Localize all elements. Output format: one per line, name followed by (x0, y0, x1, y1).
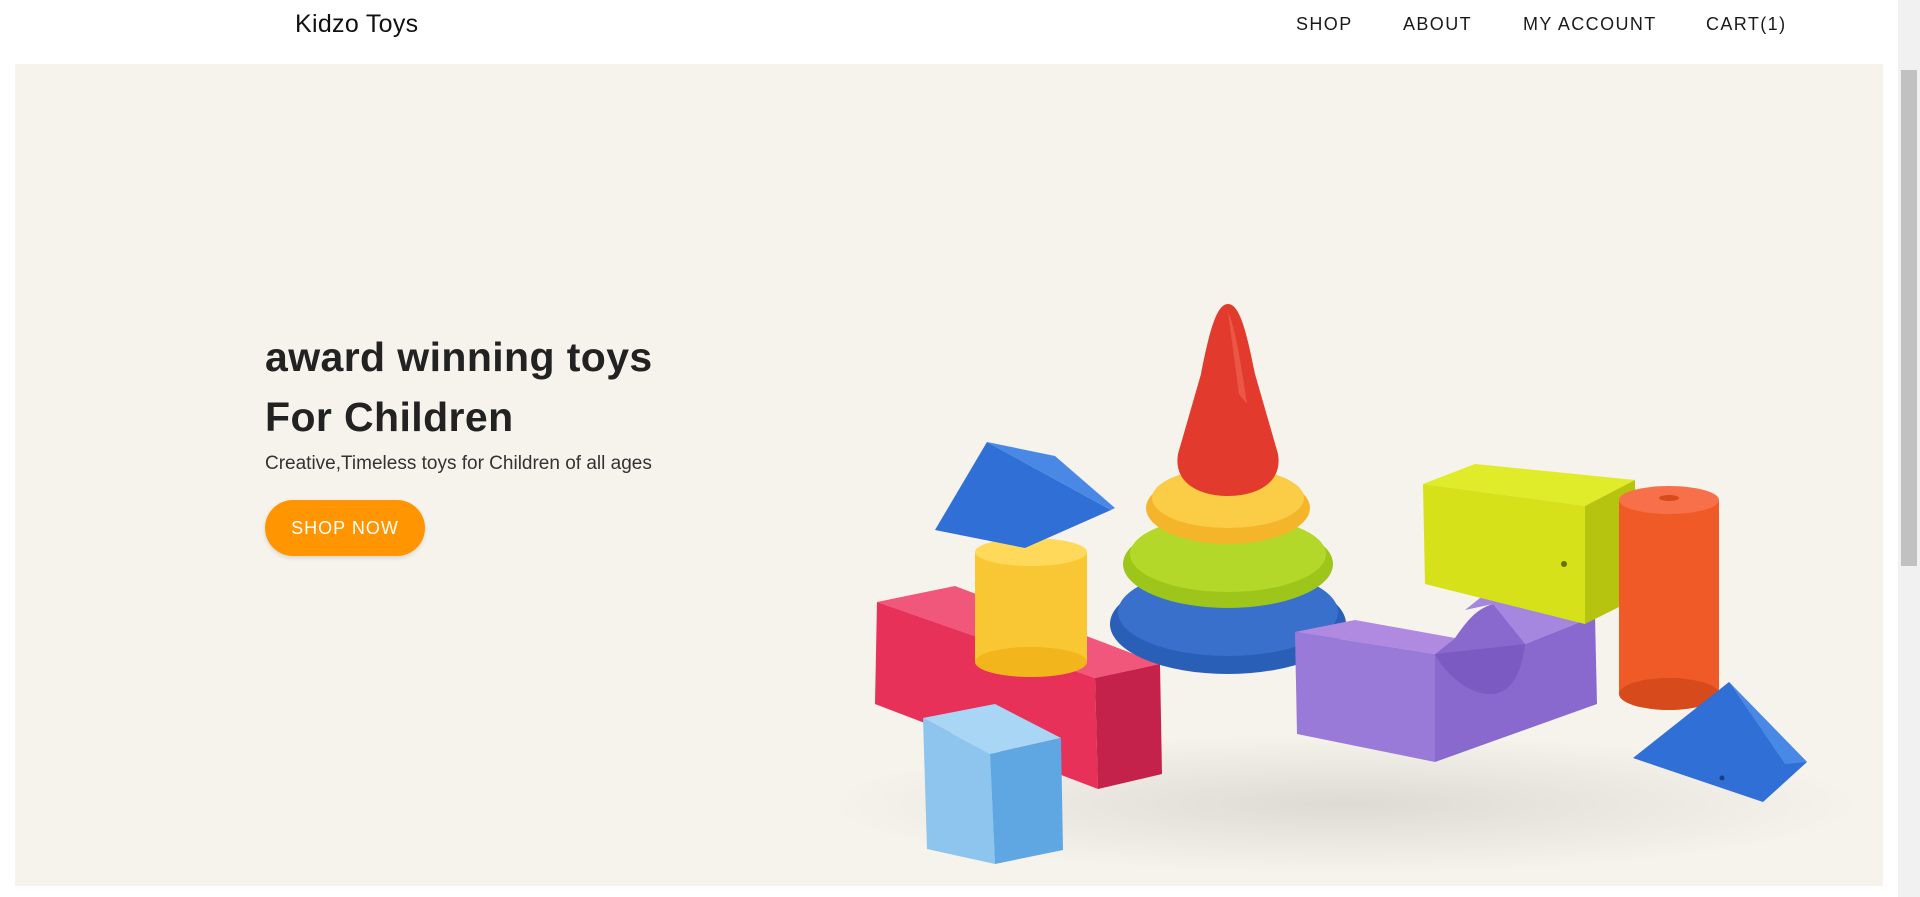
page-scrollbar[interactable] (1898, 0, 1920, 897)
hero-banner: award winning toys For Children Creative… (15, 64, 1883, 886)
top-navbar: Kidzo Toys SHOP ABOUT MY ACCOUNT CART(1) (0, 0, 1898, 64)
hero-title-line-2: For Children (265, 394, 514, 440)
hero-subtitle: Creative,Timeless toys for Children of a… (265, 453, 652, 474)
nav-link-shop[interactable]: SHOP (1296, 14, 1353, 35)
nav-link-my-account[interactable]: MY ACCOUNT (1523, 14, 1657, 35)
hero-title-line-1: award winning toys (265, 334, 653, 380)
orange-cylinder-toy (1619, 486, 1719, 710)
blue-triangle-top-toy (935, 442, 1115, 548)
shop-now-button[interactable]: SHOP NOW (265, 500, 425, 556)
scrollbar-thumb[interactable] (1901, 70, 1917, 566)
red-cone-toy (1177, 304, 1279, 496)
lime-block-toy (1423, 464, 1637, 624)
yellow-cylinder-toy (975, 538, 1087, 677)
toys-hero-image (825, 304, 1865, 874)
nav-link-about[interactable]: ABOUT (1403, 14, 1472, 35)
nav-link-cart[interactable]: CART(1) (1706, 14, 1786, 35)
brand-logo[interactable]: Kidzo Toys (295, 10, 418, 39)
